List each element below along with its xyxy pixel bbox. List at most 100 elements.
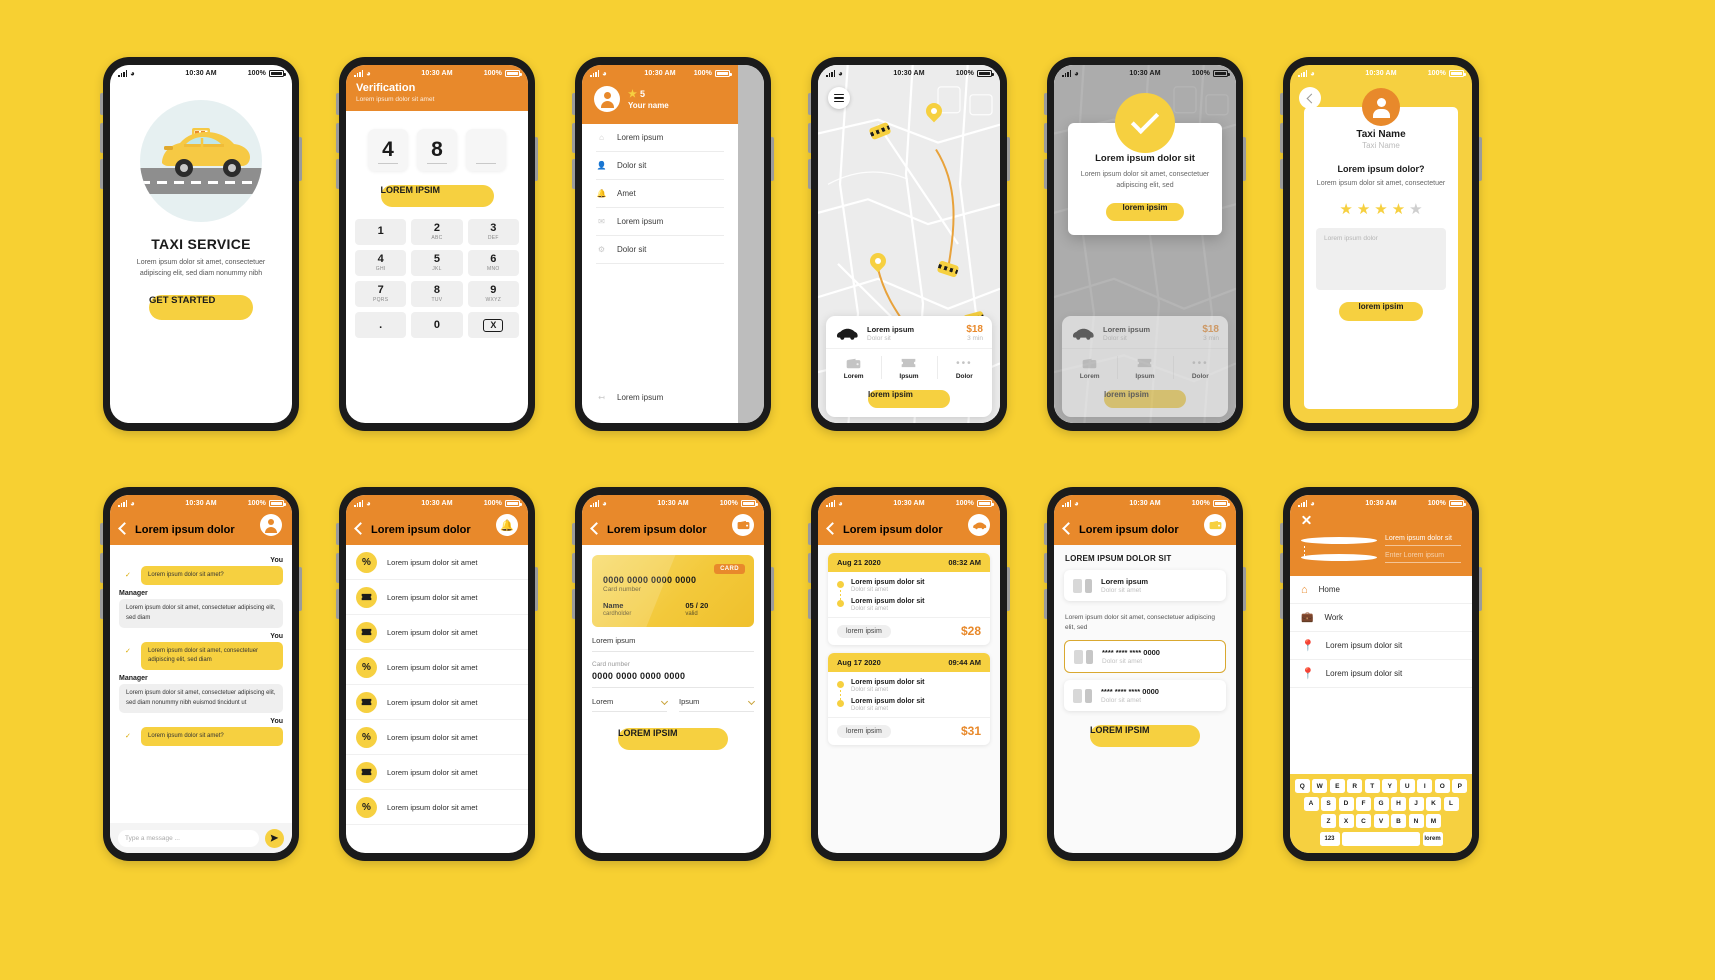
star-icon[interactable]: ★ (1409, 200, 1422, 218)
numeric-keypad[interactable]: 1 2 ABC 3 DEF 4 GHI 5 JKL 6 MNO 7 PQRS 8 TUV 9W… (346, 207, 528, 346)
list-item[interactable]: Lorem ipsum dolor sit amet (346, 685, 528, 720)
key-J[interactable]: J (1408, 796, 1424, 811)
back-icon[interactable] (590, 522, 603, 535)
list-item[interactable]: % Lorem ipsum dolor sit amet (346, 720, 528, 755)
map-menu-button[interactable] (828, 87, 850, 109)
key-L[interactable]: L (1443, 796, 1459, 811)
trip-action-button[interactable]: lorem ipsim (837, 624, 891, 638)
trip-action-button[interactable]: lorem ipsim (837, 724, 891, 738)
payment-method-card[interactable]: **** **** **** 0000 Dolor sit amet (1064, 680, 1226, 712)
keypad-key[interactable]: 2 ABC (411, 219, 463, 245)
menu-item-settings[interactable]: ⚙ Dolor sit (596, 236, 724, 264)
wallet-icon[interactable] (732, 514, 754, 536)
otp-input-group[interactable]: 4 8 (346, 129, 528, 171)
back-icon[interactable] (118, 522, 131, 535)
list-item[interactable]: % Lorem ipsum dolor sit amet (346, 790, 528, 825)
key-O[interactable]: O (1434, 779, 1450, 793)
star-rating[interactable]: ★ ★ ★ ★ ★ (1316, 200, 1446, 218)
logout-button[interactable]: ↤ Lorem ipsum (582, 392, 677, 403)
otp-digit-2[interactable]: 8 (417, 129, 457, 171)
key-S[interactable]: S (1321, 796, 1336, 811)
key-numeric[interactable]: 123 (1319, 831, 1340, 846)
on-screen-keyboard[interactable]: Q W E R T Y U I O P A S D F G H J K L Z … (1290, 774, 1472, 853)
bell-icon[interactable]: 🔔 (496, 514, 518, 536)
back-icon[interactable] (1062, 522, 1075, 535)
trip-card[interactable]: Aug 21 2020 08:32 AM Lorem ipsum dolor s… (828, 553, 990, 645)
keypad-key[interactable]: 8 TUV (411, 281, 463, 307)
key-V[interactable]: V (1373, 814, 1389, 828)
key-Y[interactable]: Y (1382, 779, 1398, 793)
cardholder-field[interactable]: Lorem ipsum (592, 627, 754, 652)
year-select[interactable]: Ipsum (679, 697, 756, 712)
key-D[interactable]: D (1338, 796, 1354, 811)
key-H[interactable]: H (1391, 796, 1406, 811)
key-T[interactable]: T (1364, 779, 1380, 793)
menu-item-home[interactable]: ⌂ Lorem ipsum (596, 124, 724, 152)
backspace-key[interactable]: X (467, 312, 519, 338)
payment-method-card-selected[interactable]: **** **** **** 0000 Dolor sit amet (1064, 640, 1226, 674)
key-E[interactable]: E (1329, 779, 1345, 793)
save-card-button[interactable]: LOREM IPSIM (618, 728, 728, 750)
list-item[interactable]: % Lorem ipsum dolor sit amet (346, 545, 528, 580)
star-icon[interactable]: ★ (1357, 200, 1370, 218)
close-icon[interactable] (1301, 514, 1312, 525)
key-I[interactable]: I (1417, 779, 1433, 793)
key-R[interactable]: R (1347, 779, 1363, 793)
month-select[interactable]: Lorem (592, 697, 669, 712)
avatar[interactable] (594, 86, 620, 112)
menu-item-profile[interactable]: 👤 Dolor sit (596, 152, 724, 180)
key-N[interactable]: N (1408, 814, 1424, 828)
key-space[interactable] (1342, 831, 1420, 846)
tab-more[interactable]: ••• Dolor (936, 349, 992, 386)
star-icon[interactable]: ★ (1374, 200, 1387, 218)
keypad-key[interactable]: 9 WXYZ (467, 281, 519, 307)
map-pin-pickup[interactable] (870, 253, 886, 274)
comment-input[interactable]: Lorem ipsum dolor (1316, 227, 1446, 290)
list-item[interactable]: % Lorem ipsum dolor sit amet (346, 650, 528, 685)
pickup-field[interactable]: Lorem ipsum dolor sit (1301, 532, 1461, 556)
keypad-key[interactable]: . (355, 312, 407, 338)
keypad-key[interactable]: 7 PQRS (355, 281, 407, 307)
key-Z[interactable]: Z (1321, 814, 1336, 828)
tab-ticket[interactable]: Ipsum (881, 349, 936, 386)
message-input[interactable]: Type a message ... (118, 829, 259, 847)
key-enter[interactable]: lorem (1422, 831, 1443, 846)
back-icon[interactable] (354, 522, 367, 535)
key-K[interactable]: K (1426, 796, 1441, 811)
keypad-key[interactable]: 4 GHI (355, 250, 407, 276)
payment-method-primary[interactable]: Lorem ipsum Dolor sit amet (1064, 570, 1226, 601)
order-ride-button[interactable]: lorem ipsim (868, 390, 950, 408)
menu-item-messages[interactable]: ✉ Lorem ipsum (596, 208, 724, 236)
star-icon[interactable]: ★ (1392, 200, 1405, 218)
keypad-key[interactable]: 1 (355, 219, 407, 245)
submit-rating-button[interactable]: lorem ipsim (1339, 301, 1423, 321)
trip-card[interactable]: Aug 17 2020 09:44 AM Lorem ipsum dolor s… (828, 653, 990, 745)
key-W[interactable]: W (1312, 779, 1328, 793)
drawer-overlay[interactable] (738, 65, 764, 423)
confirm-payment-button[interactable]: LOREM IPSIM (1090, 725, 1200, 748)
back-icon[interactable] (826, 522, 839, 535)
shortcut-recent-1[interactable]: 📍 Lorem ipsum dolor sit (1290, 632, 1472, 660)
verify-button[interactable]: LOREM IPSIM (380, 185, 494, 207)
keypad-key[interactable]: 0 (411, 312, 463, 338)
list-item[interactable]: Lorem ipsum dolor sit amet (346, 580, 528, 615)
shortcut-recent-2[interactable]: 📍 Lorem ipsum dolor sit (1290, 660, 1472, 688)
tab-wallet[interactable]: Lorem (826, 349, 881, 386)
keypad-key[interactable]: 5 JKL (411, 250, 463, 276)
key-P[interactable]: P (1452, 779, 1468, 793)
key-F[interactable]: F (1356, 796, 1371, 811)
wallet-icon[interactable] (1204, 514, 1226, 536)
key-B[interactable]: B (1391, 814, 1406, 828)
otp-digit-1[interactable]: 4 (368, 129, 408, 171)
menu-item-notifications[interactable]: 🔔 Amet (596, 180, 724, 208)
key-G[interactable]: G (1373, 796, 1389, 811)
card-number-field[interactable]: Card number 0000 0000 0000 0000 (592, 652, 754, 688)
list-item[interactable]: Lorem ipsum dolor sit amet (346, 755, 528, 790)
shortcut-work[interactable]: 💼 Work (1290, 604, 1472, 632)
key-M[interactable]: M (1426, 814, 1441, 828)
keypad-key[interactable]: 6 MNO (467, 250, 519, 276)
back-button[interactable] (1299, 87, 1321, 109)
keypad-key[interactable]: 3 DEF (467, 219, 519, 245)
star-icon[interactable]: ★ (1339, 200, 1352, 218)
shortcut-home[interactable]: ⌂ Home (1290, 576, 1472, 604)
